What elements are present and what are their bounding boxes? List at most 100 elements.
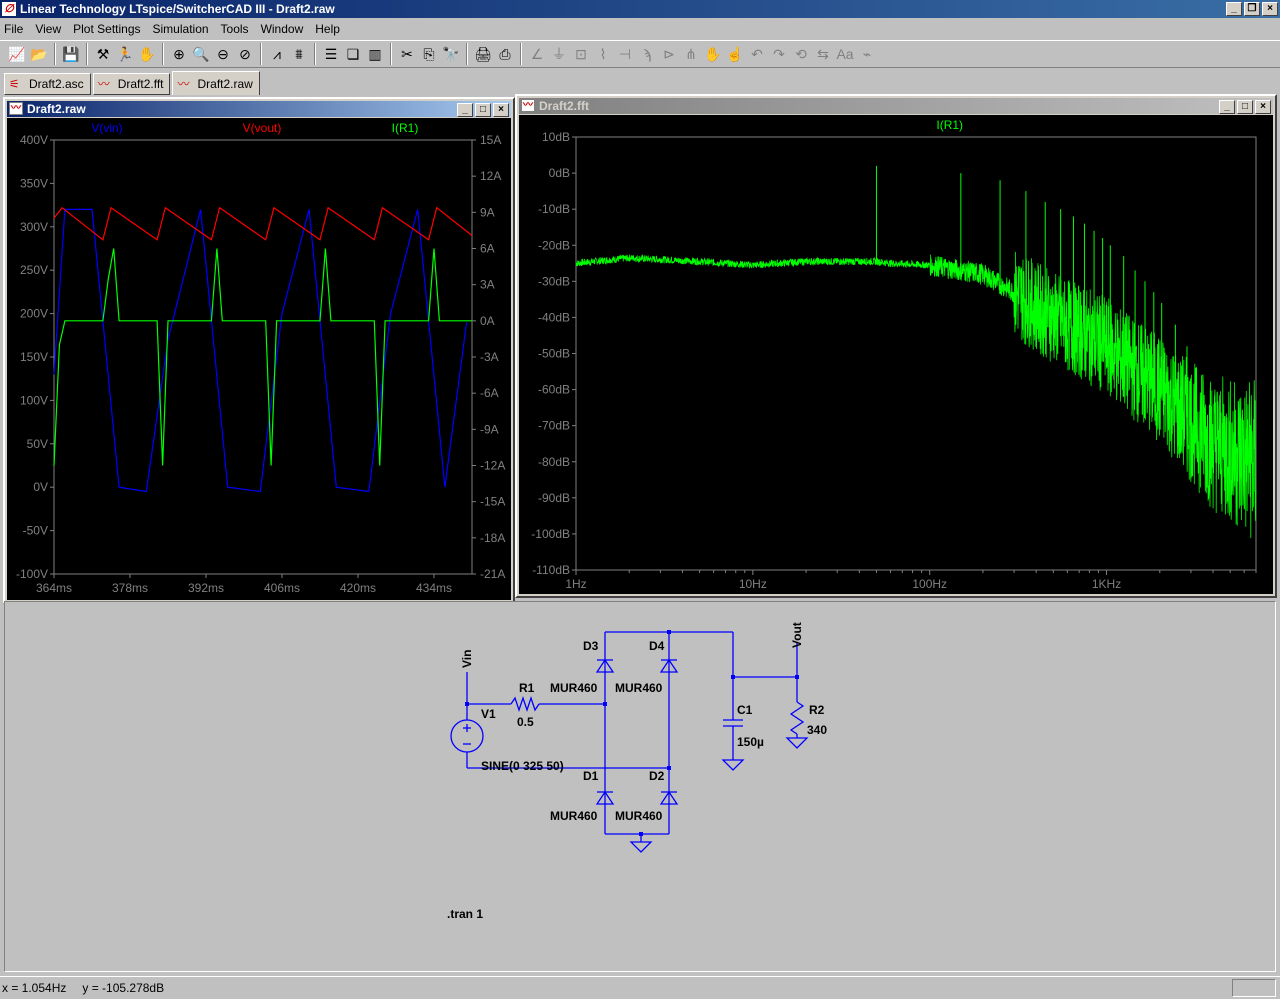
close-button[interactable]: × [1255, 100, 1271, 114]
x-axis-tick-label: 1Hz [565, 577, 586, 591]
toolbar-separator [314, 43, 316, 65]
tile-horizontal-icon[interactable]: ☰ [320, 43, 342, 65]
print-icon[interactable]: 🖨 [472, 43, 494, 65]
right-axis-tick-label: 9A [480, 205, 495, 219]
menu-tools[interactable]: Tools [221, 22, 249, 36]
c1-name: C1 [737, 703, 753, 717]
fft-window-title-bar[interactable]: 〰 Draft2.fft _ □ × [519, 98, 1273, 114]
minimize-button[interactable]: _ [1226, 2, 1242, 16]
raw-window: 〰 Draft2.raw _ □ × 400V 350V 300V 250V 200V 1… [3, 97, 515, 604]
right-axis-tick-label: 0A [480, 314, 495, 328]
find-icon[interactable]: 🔭 [440, 43, 462, 65]
menu-view[interactable]: View [35, 22, 61, 36]
raw-window-title: Draft2.raw [27, 102, 86, 116]
fft-plot-pane[interactable]: 10dB 0dB -10dB -20dB -30dB -40dB -50dB -60dB -70… [519, 115, 1273, 594]
tab-label: Draft2.raw [197, 76, 253, 91]
left-axis-tick-label: 0V [33, 480, 48, 494]
zoom-fit-icon[interactable]: ⊖ [212, 43, 234, 65]
raw-window-title-bar[interactable]: 〰 Draft2.raw _ □ × [7, 101, 511, 117]
tab-draft2-asc[interactable]: ⚟ Draft2.asc [4, 73, 91, 95]
autorange-icon[interactable]: ⩘ [266, 43, 288, 65]
cut-icon[interactable]: ✂ [396, 43, 418, 65]
left-axis-tick-label: 350V [20, 176, 48, 190]
plot-settings-icon[interactable]: ⩩ [288, 43, 310, 65]
right-axis-tick-label: 12A [480, 169, 501, 183]
print-preview-icon[interactable]: ⎙ [494, 43, 516, 65]
hand-icon[interactable]: ✋ [136, 43, 158, 65]
undo-icon[interactable]: ↶ [746, 43, 768, 65]
menu-help[interactable]: Help [315, 22, 340, 36]
save-icon[interactable]: 💾 [60, 43, 82, 65]
close-button[interactable]: × [1262, 2, 1278, 16]
drag-icon[interactable]: ☝ [724, 43, 746, 65]
inductor-icon[interactable]: ϡ [636, 43, 658, 65]
d4-name: D4 [649, 639, 665, 653]
component-icon[interactable]: ⋔ [680, 43, 702, 65]
status-bar: x = 1.054Hz y = -105.278dB [0, 976, 1280, 999]
x-axis-tick-label: 434ms [416, 581, 452, 595]
schematic-drawing[interactable]: Vin Vout V1 SINE(0 325 50) R1 0.5 D3 D4 … [5, 602, 1275, 971]
zoom-in-icon[interactable]: ⊕ [168, 43, 190, 65]
tile-vertical-icon[interactable]: ▥ [364, 43, 386, 65]
y-axis-tick-label: -20dB [538, 238, 570, 252]
maximize-button[interactable]: □ [475, 103, 491, 117]
schematic-canvas[interactable]: Vin Vout V1 SINE(0 325 50) R1 0.5 D3 D4 … [4, 601, 1276, 972]
rotate-icon[interactable]: ⟲ [790, 43, 812, 65]
spice-directive-icon[interactable]: ⌁ [856, 43, 878, 65]
fft-chart[interactable]: 10dB 0dB -10dB -20dB -30dB -40dB -50dB -60dB -70… [519, 115, 1273, 594]
x-axis-tick-label: 1KHz [1092, 577, 1121, 591]
y-axis-tick-label: -40dB [538, 310, 570, 324]
wire-icon[interactable]: ∠ [526, 43, 548, 65]
raw-plot-pane[interactable]: 400V 350V 300V 250V 200V 150V 100V 50V 0V -50V -10… [7, 118, 511, 600]
plot-frame [53, 139, 473, 575]
left-axis-tick-label: 100V [20, 393, 48, 407]
y-axis-tick-label: 10dB [542, 130, 570, 144]
minimize-button[interactable]: _ [1219, 100, 1235, 114]
move-icon[interactable]: ✋ [702, 43, 724, 65]
toolbar-separator [390, 43, 392, 65]
waveform-icon: 〰 [9, 102, 23, 115]
resistor-icon[interactable]: ⌇ [592, 43, 614, 65]
minimize-button[interactable]: _ [457, 103, 473, 117]
r2-name: R2 [809, 703, 825, 717]
close-button[interactable]: × [493, 103, 509, 117]
hammer-icon[interactable]: ⚒ [92, 43, 114, 65]
tab-label: Draft2.fft [117, 77, 164, 91]
capacitor-icon[interactable]: ⊣ [614, 43, 636, 65]
zoom-out-icon[interactable]: 🔍 [190, 43, 212, 65]
tab-draft2-fft[interactable]: 〰 Draft2.fft [92, 73, 171, 95]
toolbar: 📈 📂 💾 ⚒ 🏃 ✋ ⊕ 🔍 ⊖ ⊘ ⩘ ⩩ ☰ ❏ ▥ ✂ ⎘ 🔭 🖨 ⎙ … [0, 40, 1280, 68]
run-icon[interactable]: 🏃 [114, 43, 136, 65]
y-axis-tick-label: -70dB [538, 419, 570, 433]
status-panel [1232, 979, 1276, 997]
maximize-button[interactable]: □ [1237, 100, 1253, 114]
text-icon[interactable]: Aa [834, 43, 856, 65]
mirror-icon[interactable]: ⇆ [812, 43, 834, 65]
new-schematic-icon[interactable]: 📈 [6, 43, 28, 65]
waveform-icon: 〰 [521, 99, 535, 112]
right-axis-tick-label: -6A [480, 386, 499, 400]
v1-value: SINE(0 325 50) [481, 759, 564, 773]
right-axis-tick-label: 3A [480, 278, 495, 292]
net-label-vin: Vin [460, 650, 474, 668]
copy-icon[interactable]: ⎘ [418, 43, 440, 65]
restore-button[interactable]: ❐ [1244, 2, 1260, 16]
left-axis-tick-label: -100V [16, 567, 48, 581]
diode-icon[interactable]: ⊳ [658, 43, 680, 65]
label-icon[interactable]: ⊡ [570, 43, 592, 65]
menu-file[interactable]: File [4, 22, 23, 36]
transient-chart[interactable]: 400V 350V 300V 250V 200V 150V 100V 50V 0V -50V -10… [7, 118, 511, 600]
menu-plot-settings[interactable]: Plot Settings [73, 22, 140, 36]
y-axis-tick-label: -80dB [538, 455, 570, 469]
cascade-icon[interactable]: ❏ [342, 43, 364, 65]
left-axis-tick-label: 50V [27, 437, 48, 451]
menu-window[interactable]: Window [261, 22, 304, 36]
ground-icon[interactable]: ⏚ [548, 43, 570, 65]
x-axis-tick-label: 10Hz [739, 577, 767, 591]
zoom-cancel-icon[interactable]: ⊘ [234, 43, 256, 65]
open-icon[interactable]: 📂 [28, 43, 50, 65]
tab-draft2-raw[interactable]: 〰 Draft2.raw [172, 71, 260, 95]
menu-simulation[interactable]: Simulation [153, 22, 209, 36]
y-axis-tick-label: -50dB [538, 347, 570, 361]
redo-icon[interactable]: ↷ [768, 43, 790, 65]
